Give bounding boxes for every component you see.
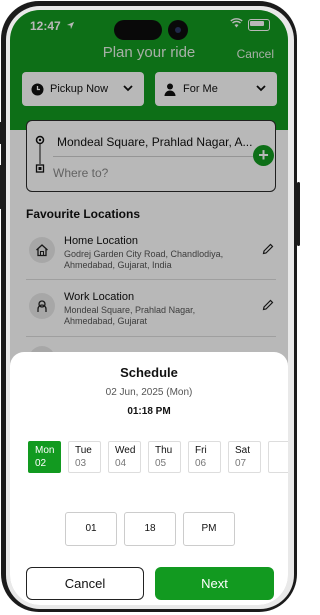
day-date: 06 (195, 458, 207, 469)
day-option-next[interactable] (268, 441, 288, 473)
cancel-button[interactable]: Cancel (26, 567, 144, 600)
day-option-wed[interactable]: Wed 04 (108, 441, 141, 473)
selected-time: 01:18 PM (127, 406, 171, 417)
day-date: 03 (75, 458, 87, 469)
hour-picker[interactable]: 01 (65, 512, 117, 546)
screen: 12:47 Plan your ride Cancel Pickup Now F… (10, 10, 288, 605)
next-button[interactable]: Next (155, 567, 274, 600)
day-name: Fri (195, 445, 207, 456)
day-date: 05 (155, 458, 167, 469)
day-name: Thu (155, 445, 173, 456)
day-name: Mon (35, 445, 55, 456)
schedule-sheet: Schedule 02 Jun, 2025 (Mon) 01:18 PM Mon… (10, 352, 288, 605)
day-option-thu[interactable]: Thu 05 (148, 441, 181, 473)
phone-frame: 12:47 Plan your ride Cancel Pickup Now F… (0, 0, 300, 615)
day-option-tue[interactable]: Tue 03 (68, 441, 101, 473)
day-picker: Mon 02 Tue 03 Wed 04 Thu 05 Fri 06 Sat 0… (28, 441, 288, 477)
ampm-picker[interactable]: PM (183, 512, 235, 546)
day-date: 04 (115, 458, 127, 469)
day-option-mon[interactable]: Mon 02 (28, 441, 61, 473)
schedule-title: Schedule (120, 365, 178, 380)
day-option-fri[interactable]: Fri 06 (188, 441, 221, 473)
day-name: Tue (75, 445, 92, 456)
day-date: 02 (35, 458, 47, 469)
day-date: 07 (235, 458, 247, 469)
day-option-sat[interactable]: Sat 07 (228, 441, 261, 473)
day-name: Wed (115, 445, 136, 456)
selected-date: 02 Jun, 2025 (Mon) (105, 387, 193, 398)
phone-side-button (297, 182, 300, 246)
minute-picker[interactable]: 18 (124, 512, 176, 546)
day-name: Sat (235, 445, 251, 456)
